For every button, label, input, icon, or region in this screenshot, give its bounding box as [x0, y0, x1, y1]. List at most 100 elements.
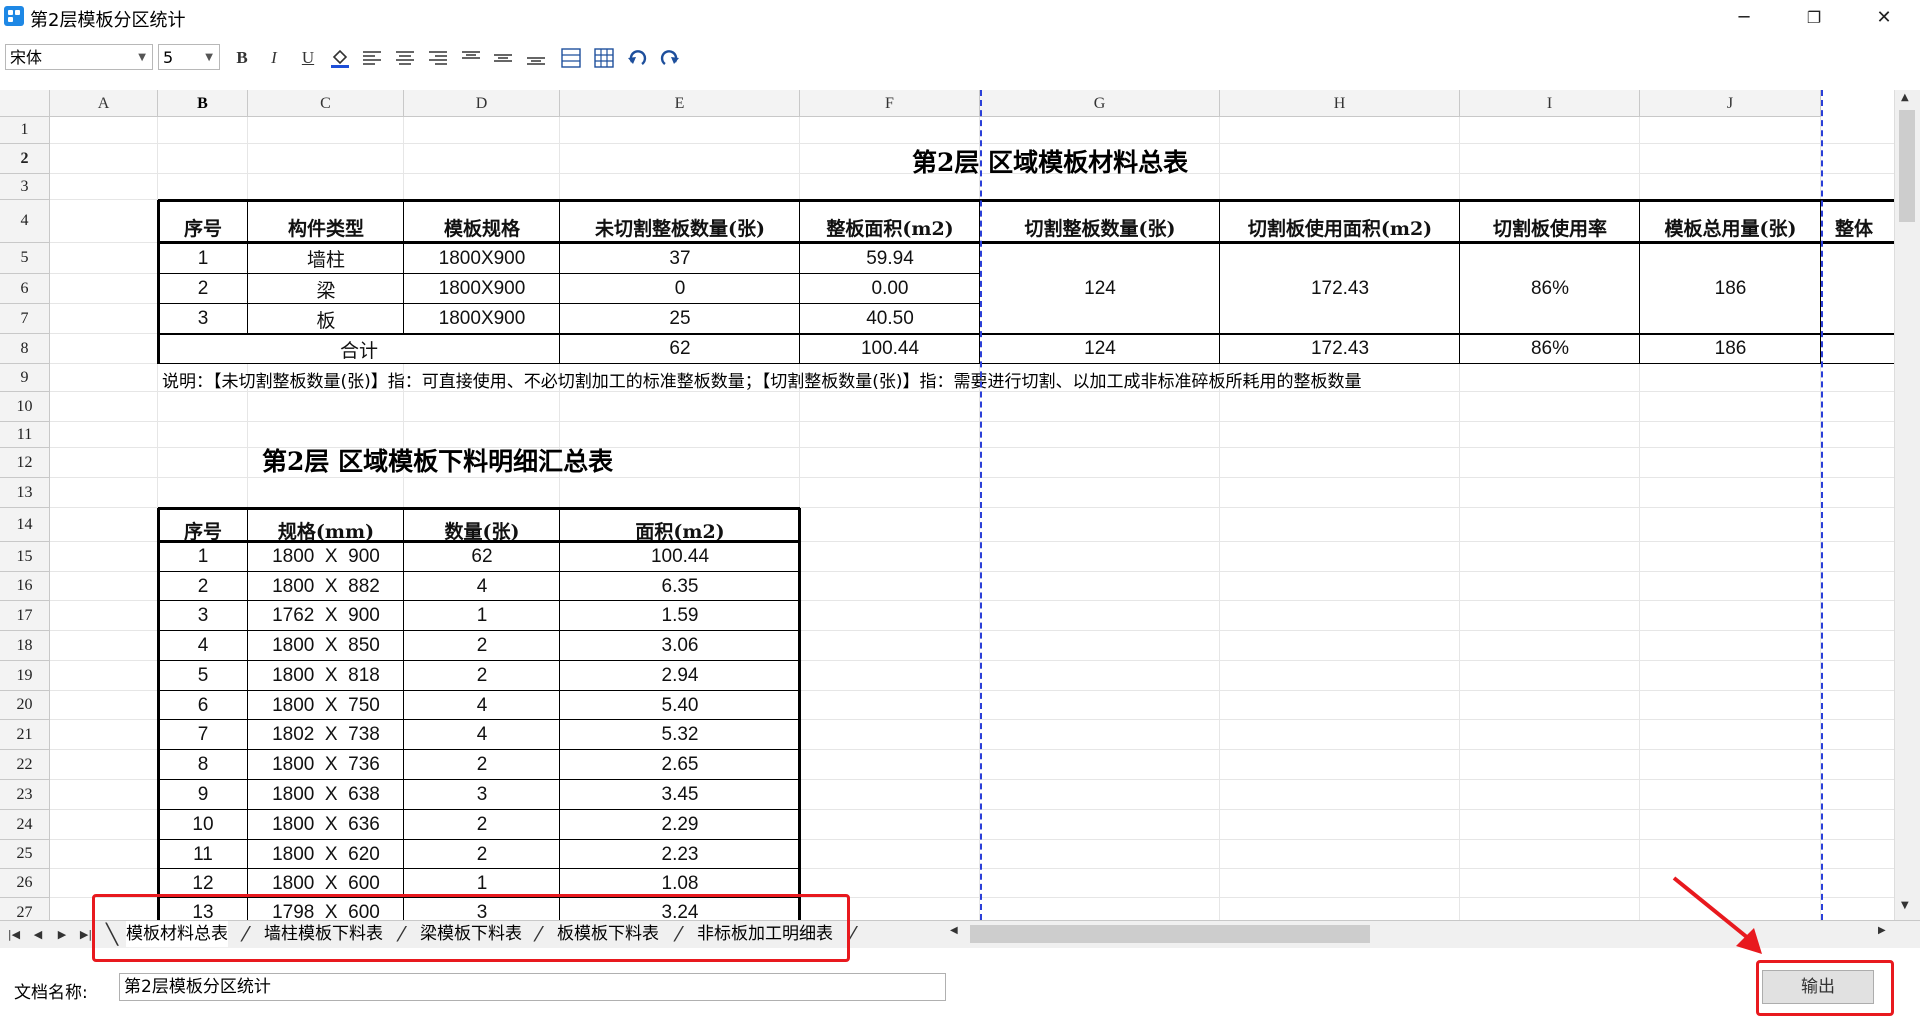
font-name-select[interactable]: 宋体 ▼: [5, 44, 153, 70]
underline-button[interactable]: U: [295, 46, 321, 70]
row-header[interactable]: 24: [0, 810, 50, 840]
table-header-cell: 面积(m2): [560, 508, 800, 542]
align-middle-button[interactable]: [490, 46, 516, 70]
redo-button[interactable]: [657, 46, 683, 70]
row-header[interactable]: 3: [0, 174, 50, 200]
table-cell: 1.59: [560, 601, 800, 631]
spreadsheet-grid[interactable]: ABCDEFGHIJ 1 2 3 4 5 6 7 8 9 10 11 12 13 14 15 16 17 18 19…: [0, 90, 1920, 925]
table-cell: 4: [404, 691, 560, 720]
doc-name-input[interactable]: 第2层模板分区统计: [119, 973, 946, 1001]
column-header[interactable]: I: [1460, 90, 1640, 117]
column-header[interactable]: H: [1220, 90, 1460, 117]
italic-button[interactable]: I: [261, 46, 287, 70]
column-header[interactable]: C: [248, 90, 404, 117]
next-sheet-icon[interactable]: ▶: [52, 923, 72, 945]
align-right-button[interactable]: [425, 46, 451, 70]
horizontal-scroll-thumb[interactable]: [970, 925, 1370, 943]
row-header[interactable]: 2: [0, 144, 50, 174]
align-left-button[interactable]: [359, 46, 385, 70]
column-header[interactable]: J: [1640, 90, 1821, 117]
grid-line: [50, 421, 1894, 422]
annotation-box-tabs: [92, 894, 850, 962]
table-border: [158, 199, 1894, 202]
vertical-scroll-thumb[interactable]: [1899, 110, 1915, 222]
row-header[interactable]: 6: [0, 274, 50, 304]
table-cell: 1: [404, 601, 560, 631]
row-header[interactable]: 7: [0, 304, 50, 334]
column-header[interactable]: G: [980, 90, 1220, 117]
merge-cells-icon: [561, 48, 581, 68]
column-header[interactable]: E: [560, 90, 800, 117]
row-header[interactable]: 16: [0, 572, 50, 601]
scroll-right-icon[interactable]: ▶: [1878, 925, 1886, 936]
table-cell: 1: [158, 542, 248, 572]
column-header[interactable]: A: [50, 90, 158, 117]
font-size-select[interactable]: 5 ▼: [158, 44, 220, 70]
table-border: [158, 809, 800, 810]
table-cell: 37: [560, 243, 800, 274]
table-cell: 40.50: [800, 304, 980, 334]
table-border: [158, 363, 1894, 364]
row-header[interactable]: 5: [0, 243, 50, 274]
fill-color-button[interactable]: [327, 46, 353, 70]
row-header[interactable]: 10: [0, 392, 50, 422]
vertical-scrollbar[interactable]: ▲ ▼: [1894, 90, 1920, 925]
table-border: [798, 508, 801, 922]
total-cell: 86%: [1460, 334, 1640, 364]
table-border: [158, 540, 800, 543]
table-cell: 0.00: [800, 274, 980, 304]
scroll-left-icon[interactable]: ◀: [950, 925, 958, 936]
borders-button[interactable]: [591, 46, 617, 70]
scroll-down-icon[interactable]: ▼: [1901, 900, 1909, 911]
row-header[interactable]: 25: [0, 840, 50, 869]
table-cell: 3.45: [560, 780, 800, 810]
table-cell: 1800 X 620: [248, 840, 404, 869]
merged-cell: 186: [1640, 243, 1821, 334]
column-header[interactable]: D: [404, 90, 560, 117]
column-header[interactable]: F: [800, 90, 980, 117]
column-header[interactable]: B: [158, 90, 248, 117]
merge-cells-button[interactable]: [558, 46, 584, 70]
undo-button[interactable]: [624, 46, 650, 70]
table-border: [158, 333, 1894, 335]
select-all-corner[interactable]: [0, 90, 50, 117]
restore-button[interactable]: ❐: [1786, 0, 1842, 34]
table-border: [158, 779, 800, 780]
row-header[interactable]: 11: [0, 422, 50, 448]
align-right-icon: [429, 51, 447, 65]
close-button[interactable]: ✕: [1856, 0, 1912, 34]
row-header[interactable]: 8: [0, 334, 50, 364]
table-cell: 墙柱: [248, 243, 404, 274]
row-header[interactable]: 12: [0, 448, 50, 478]
align-bottom-button[interactable]: [523, 46, 549, 70]
row-header[interactable]: 26: [0, 869, 50, 898]
prev-sheet-icon[interactable]: ◀: [28, 923, 48, 945]
align-center-button[interactable]: [392, 46, 418, 70]
table-cell: 2.23: [560, 840, 800, 869]
row-header[interactable]: 15: [0, 542, 50, 572]
row-header[interactable]: 4: [0, 200, 50, 243]
scroll-up-icon[interactable]: ▲: [1901, 92, 1909, 103]
row-header[interactable]: 1: [0, 117, 50, 144]
chevron-down-icon: ▼: [205, 52, 213, 63]
bold-button[interactable]: B: [229, 46, 255, 70]
align-top-button[interactable]: [458, 46, 484, 70]
table-border: [158, 868, 800, 869]
minimize-button[interactable]: ─: [1716, 0, 1772, 34]
row-header[interactable]: 22: [0, 750, 50, 780]
table-border: [158, 273, 980, 274]
annotation-box-output: [1756, 960, 1894, 1016]
table-border: [158, 839, 800, 840]
row-header[interactable]: 23: [0, 780, 50, 810]
row-header[interactable]: 13: [0, 478, 50, 508]
total-cell: 172.43: [1220, 334, 1460, 364]
table-border: [158, 690, 800, 691]
row-header[interactable]: 17: [0, 601, 50, 631]
row-header[interactable]: 18: [0, 631, 50, 661]
row-header[interactable]: 20: [0, 691, 50, 720]
row-header[interactable]: 9: [0, 364, 50, 392]
first-sheet-icon[interactable]: |◀: [4, 923, 24, 945]
row-header[interactable]: 14: [0, 508, 50, 542]
row-header[interactable]: 21: [0, 720, 50, 750]
row-header[interactable]: 19: [0, 661, 50, 691]
